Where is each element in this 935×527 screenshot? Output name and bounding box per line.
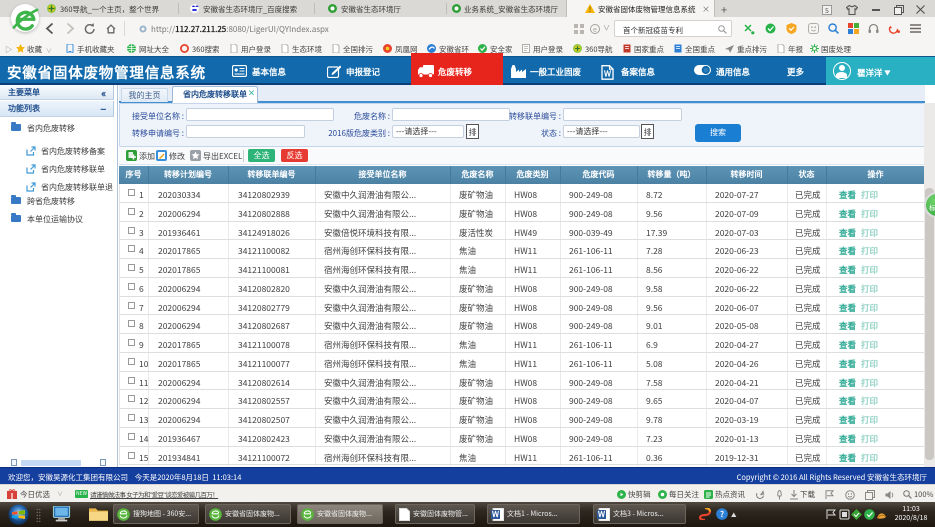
svg-text:W: W	[597, 509, 606, 520]
svg-text:e: e	[593, 25, 597, 34]
svg-text:W: W	[603, 69, 612, 80]
svg-text:?: ?	[720, 509, 724, 520]
svg-text:!: !	[589, 5, 591, 13]
svg-text:W: W	[491, 509, 500, 520]
